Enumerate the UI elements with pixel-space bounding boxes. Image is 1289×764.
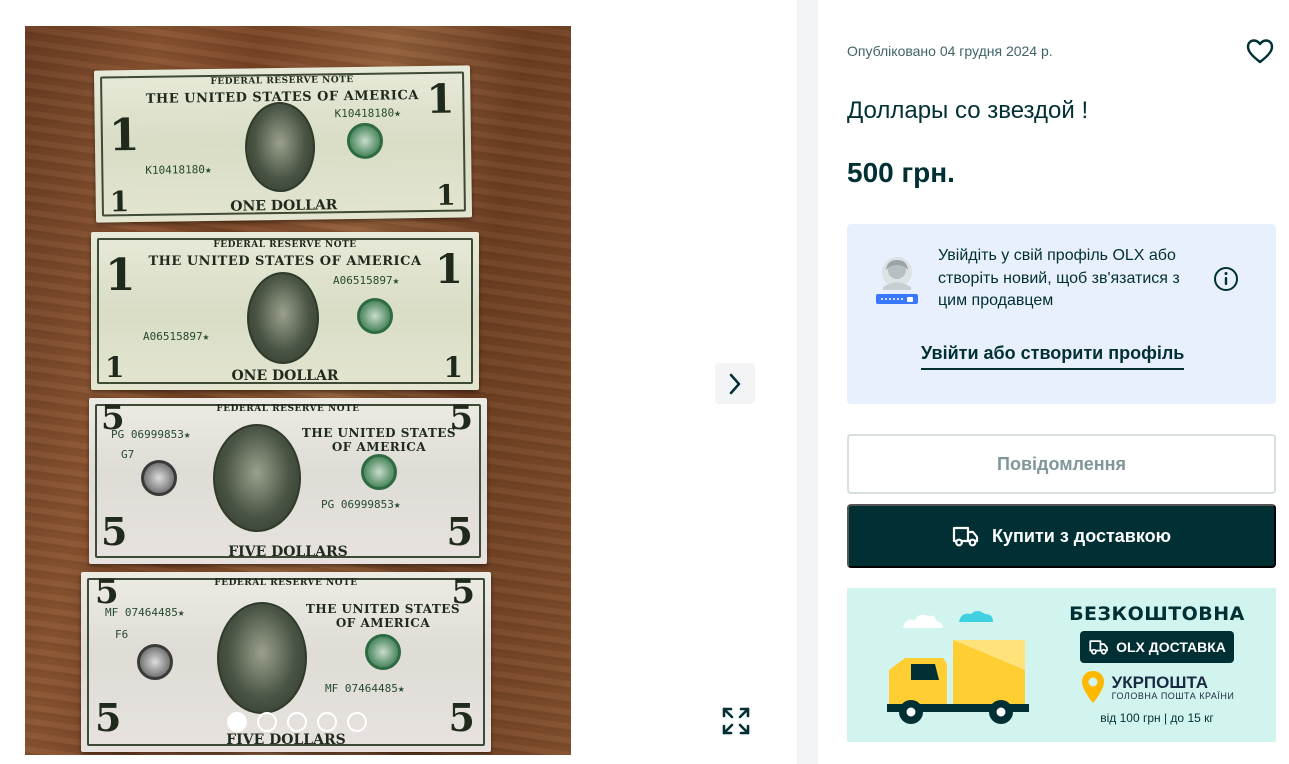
- gallery-dot[interactable]: [347, 712, 367, 732]
- login-link[interactable]: Увійти або створити профіль: [921, 343, 1185, 370]
- buy-with-delivery-button[interactable]: Купити з доставкою: [847, 504, 1276, 568]
- expand-icon: [722, 707, 750, 735]
- bill-image: FEDERAL RESERVE NOTE THE UNITED STATES O…: [91, 232, 479, 390]
- heart-icon: [1246, 39, 1274, 64]
- info-icon[interactable]: [1213, 266, 1239, 292]
- fullscreen-button[interactable]: [716, 701, 756, 741]
- next-photo-button[interactable]: [715, 363, 755, 404]
- carrier-name: УКРПОШТА: [1111, 672, 1209, 692]
- gallery-dot[interactable]: [227, 712, 247, 732]
- login-prompt-text: Увійдіть у свій профіль OLX або створіть…: [938, 247, 1180, 309]
- bill-image: FEDERAL RESERVE NOTE THE UNITED STATES O…: [93, 65, 473, 223]
- image-gallery: FEDERAL RESERVE NOTE THE UNITED STATES O…: [0, 0, 797, 764]
- truck-illustration-icon: [887, 611, 1029, 724]
- gallery-dot[interactable]: [257, 712, 277, 732]
- chevron-right-icon: [729, 373, 741, 394]
- favorite-button[interactable]: [1245, 36, 1275, 66]
- delivery-promo-banner[interactable]: БЕЗКОШТОВНА OLX ДОСТАВКА УКРПОШТА ГОЛОВН…: [847, 588, 1276, 742]
- gallery-pagination: [227, 712, 367, 732]
- truck-icon: [1089, 640, 1108, 655]
- bill-image: FEDERAL RESERVE NOTE THE UNITED STATES O…: [89, 398, 487, 564]
- gallery-dot[interactable]: [287, 712, 307, 732]
- login-prompt: Увійдіть у свій профіль OLX або створіть…: [847, 224, 1276, 404]
- gallery-dot[interactable]: [317, 712, 337, 732]
- column-divider: [797, 0, 818, 764]
- location-pin-icon: [1081, 671, 1104, 703]
- ukrposhta-logo: УКРПОШТА ГОЛОВНА ПОШТА КРАЇНИ: [1057, 670, 1257, 704]
- buy-button-label: Купити з доставкою: [992, 525, 1171, 546]
- olx-delivery-badge: OLX ДОСТАВКА: [1080, 631, 1234, 663]
- message-button[interactable]: Повідомлення: [847, 434, 1276, 494]
- promo-badge-label: OLX ДОСТАВКА: [1116, 639, 1226, 655]
- listing-title: Доллары со звездой !: [847, 97, 1089, 124]
- published-date: Опубліковано 04 грудня 2024 р.: [847, 43, 1053, 59]
- listing-photo[interactable]: FEDERAL RESERVE NOTE THE UNITED STATES O…: [25, 26, 571, 755]
- listing-price: 500 грн.: [847, 157, 955, 188]
- carrier-tagline: ГОЛОВНА ПОШТА КРАЇНИ: [1111, 690, 1235, 701]
- promo-content: БЕЗКОШТОВНА OLX ДОСТАВКА УКРПОШТА ГОЛОВН…: [1057, 603, 1257, 725]
- promo-headline: БЕЗКОШТОВНА: [1069, 603, 1245, 625]
- delivery-limits: від 100 грн | до 15 кг: [1100, 711, 1214, 725]
- delivery-truck-icon: [952, 526, 979, 547]
- user-avatar-icon: [876, 257, 918, 304]
- listing-sidebar: Опубліковано 04 грудня 2024 р. Доллары с…: [818, 0, 1289, 764]
